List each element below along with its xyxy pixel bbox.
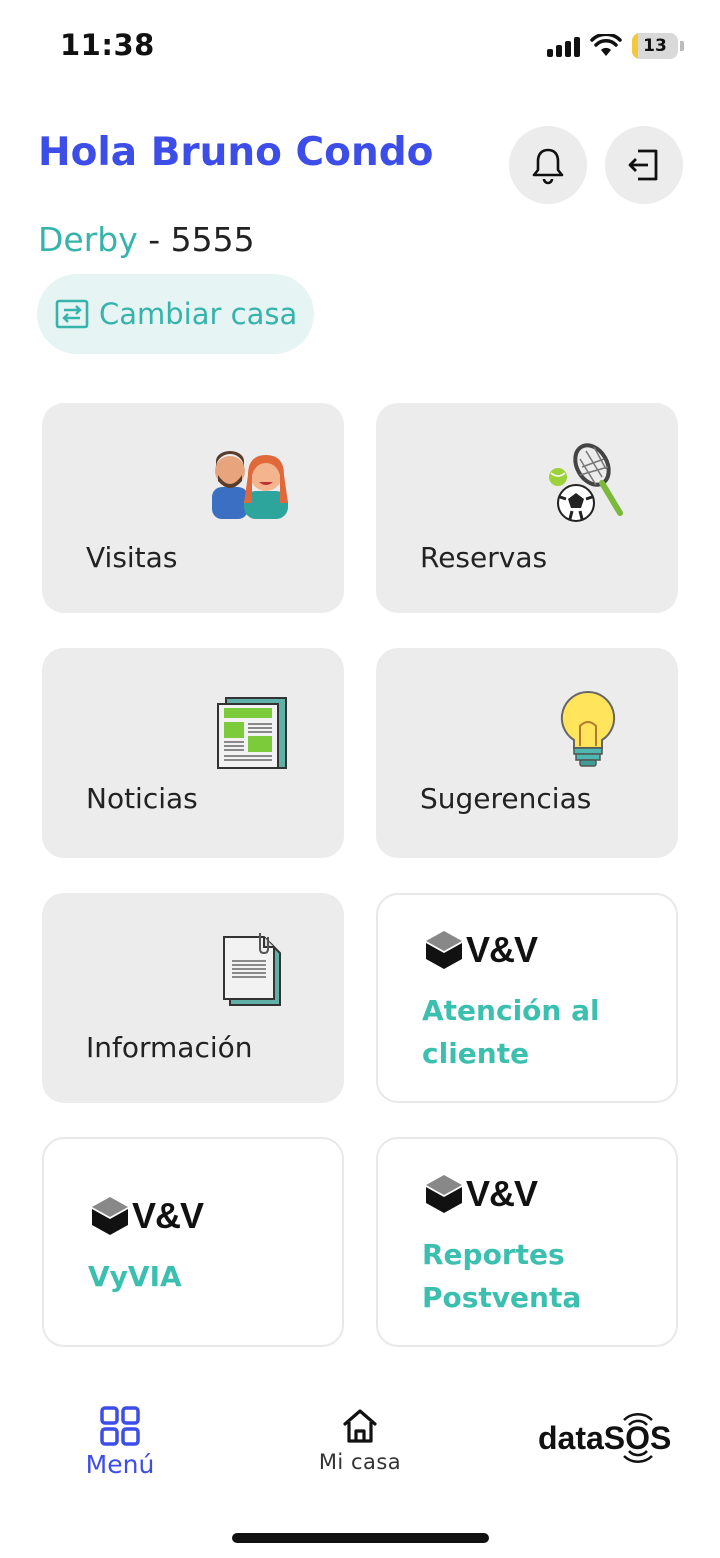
tile-atencion-cliente[interactable]: V&V Atención al cliente xyxy=(376,893,678,1103)
swap-icon xyxy=(55,299,89,329)
vv-logo-text: V&V xyxy=(132,1195,204,1236)
nav-menu[interactable]: Menú xyxy=(60,1406,180,1479)
tile-reportes-label: Reportes Postventa xyxy=(422,1233,581,1319)
status-bar: 11:38 13 xyxy=(0,0,720,92)
tile-vyvia[interactable]: V&V VyVIA xyxy=(42,1137,344,1347)
document-icon xyxy=(223,933,281,1006)
tile-atencion-line1: Atención al xyxy=(422,994,600,1027)
vv-logo-text: V&V xyxy=(466,1173,538,1214)
grid-icon xyxy=(100,1406,140,1446)
vv-logo: V&V xyxy=(90,1195,204,1237)
sports-icon xyxy=(549,443,623,522)
nav-mi-casa[interactable]: Mi casa xyxy=(300,1408,420,1474)
house-info: Derby - 5555 xyxy=(38,220,255,259)
logout-icon xyxy=(628,149,658,181)
change-house-button[interactable]: Cambiar casa xyxy=(37,274,314,354)
bell-icon xyxy=(532,148,564,185)
tile-reportes-line2: Postventa xyxy=(422,1281,582,1314)
tile-noticias[interactable]: Noticias xyxy=(42,648,344,858)
tile-reportes-line1: Reportes xyxy=(422,1238,565,1271)
vv-cube-icon xyxy=(92,1197,128,1235)
status-time: 11:38 xyxy=(60,28,155,62)
tile-reservas[interactable]: Reservas xyxy=(376,403,678,613)
tile-vyvia-label: VyVIA xyxy=(88,1260,182,1293)
brand-prefix: data xyxy=(538,1419,604,1456)
newspaper-icon xyxy=(217,697,287,769)
home-icon xyxy=(343,1409,377,1443)
tile-informacion[interactable]: Información xyxy=(42,893,344,1103)
house-number: 5555 xyxy=(170,220,255,259)
logout-button[interactable] xyxy=(605,126,683,204)
tile-informacion-label: Información xyxy=(86,1031,253,1064)
tile-sugerencias[interactable]: Sugerencias xyxy=(376,648,678,858)
lightbulb-icon xyxy=(560,690,616,767)
house-name: Derby xyxy=(38,220,138,259)
tile-sugerencias-label: Sugerencias xyxy=(420,782,592,815)
nav-menu-label: Menú xyxy=(85,1450,155,1479)
wifi-icon xyxy=(590,34,622,56)
datasos-logo[interactable]: data SOS xyxy=(538,1408,671,1468)
vv-logo: V&V xyxy=(424,929,538,971)
vv-cube-icon xyxy=(426,1175,462,1213)
tile-visitas[interactable]: Visitas xyxy=(42,403,344,613)
signal-icon xyxy=(547,35,580,57)
tile-noticias-label: Noticias xyxy=(86,782,198,815)
notifications-button[interactable] xyxy=(509,126,587,204)
vv-logo-text: V&V xyxy=(466,929,538,970)
house-separator: - xyxy=(137,220,171,259)
tile-visitas-label: Visitas xyxy=(86,541,178,574)
vv-cube-icon xyxy=(426,931,462,969)
change-house-label: Cambiar casa xyxy=(99,297,298,331)
tile-reportes-postventa[interactable]: V&V Reportes Postventa xyxy=(376,1137,678,1347)
battery-level: 13 xyxy=(643,36,667,56)
greeting-title: Hola Bruno Condo xyxy=(38,130,434,175)
tile-atencion-line2: cliente xyxy=(422,1037,530,1070)
vv-logo: V&V xyxy=(424,1173,538,1215)
people-icon xyxy=(212,451,288,519)
status-icons: 13 xyxy=(547,30,684,62)
home-indicator xyxy=(232,1533,489,1543)
battery-icon: 13 xyxy=(632,33,678,59)
nav-mi-casa-label: Mi casa xyxy=(318,1450,402,1474)
tile-reservas-label: Reservas xyxy=(420,541,548,574)
tile-atencion-label: Atención al cliente xyxy=(422,989,600,1075)
signal-waves-icon xyxy=(623,1413,653,1463)
battery-cap xyxy=(680,41,684,51)
